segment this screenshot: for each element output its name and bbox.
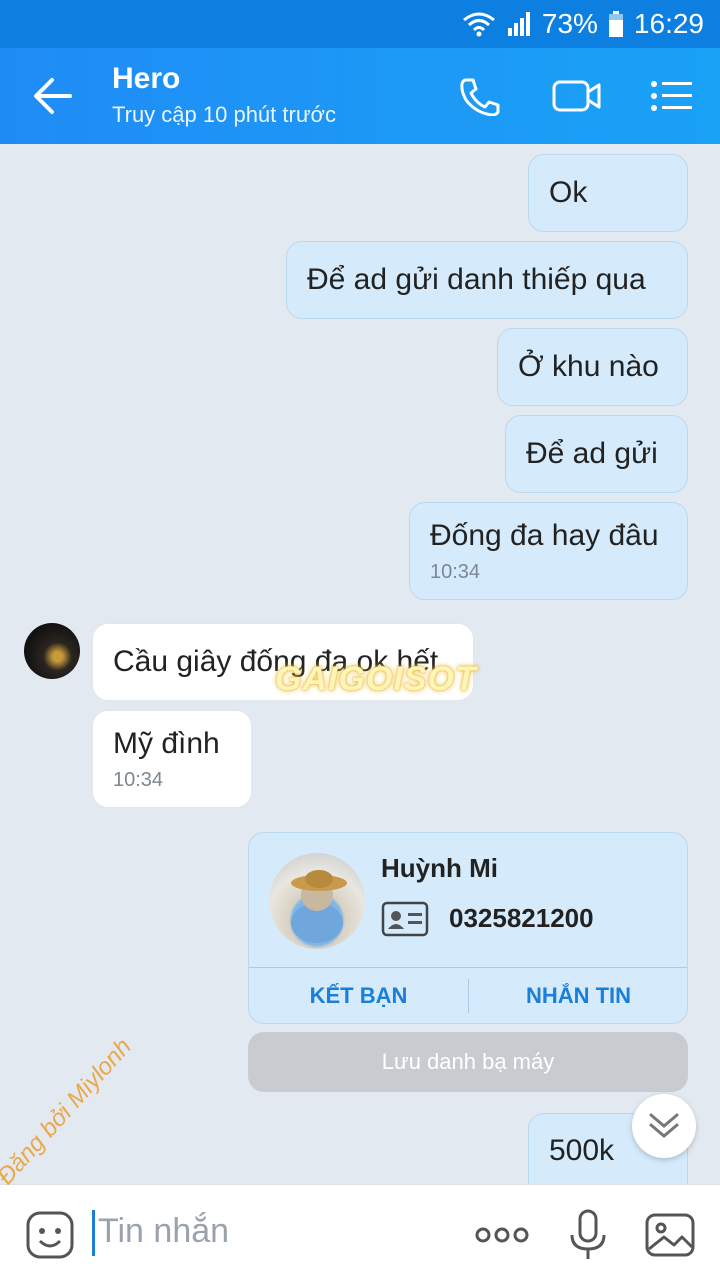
battery-percent: 73% — [541, 8, 598, 39]
message-timestamp: 10:34 — [113, 768, 164, 791]
sticker-emoji-icon[interactable] — [24, 1209, 76, 1261]
message-text: Để ad gửi — [526, 437, 658, 470]
scroll-to-bottom-button[interactable] — [632, 1094, 696, 1158]
message-bubble-outgoing[interactable]: Để ad gửi danh thiếp qua — [286, 241, 688, 319]
message-timestamp: 10:34 — [430, 560, 481, 583]
message-text: Mỹ đình — [113, 726, 220, 760]
signature-watermark: Đăng bởi Miylonh — [0, 1033, 137, 1191]
microphone-icon[interactable] — [562, 1209, 614, 1261]
cat-photo — [291, 870, 347, 943]
message-input[interactable]: Tin nhắn — [98, 1212, 229, 1251]
id-card-icon — [381, 901, 429, 937]
more-options-icon[interactable] — [474, 1209, 530, 1261]
contact-card-avatar — [269, 853, 365, 949]
chevron-double-down-icon — [649, 1113, 679, 1138]
text-caret — [92, 1210, 95, 1256]
message-text: Đống đa hay đâu — [430, 518, 659, 552]
back-arrow-icon[interactable] — [30, 74, 78, 118]
wifi-icon — [462, 12, 495, 37]
message-bubble-outgoing[interactable]: Ok — [528, 154, 688, 232]
message-bubble-outgoing[interactable]: Ở khu nào — [497, 328, 688, 406]
chat-header: Hero Truy cập 10 phút trước — [0, 48, 720, 144]
battery-icon — [608, 11, 623, 37]
add-friend-button[interactable]: KẾT BẠN — [249, 967, 468, 1025]
contact-card-name: Huỳnh Mi — [381, 853, 498, 883]
message-bubble-incoming[interactable]: Mỹ đình 10:34 — [92, 710, 252, 808]
sender-avatar[interactable] — [24, 623, 80, 679]
signal-icon — [507, 12, 530, 36]
message-text: Ok — [549, 176, 588, 209]
video-call-icon[interactable] — [552, 76, 602, 116]
message-text: Ở khu nào — [518, 350, 659, 383]
image-gallery-icon[interactable] — [644, 1209, 696, 1261]
contact-name[interactable]: Hero — [112, 62, 180, 96]
message-bubble-outgoing[interactable]: Để ad gửi — [505, 415, 688, 493]
contact-card-phone[interactable]: 0325821200 — [449, 903, 594, 934]
watermark-text: GAIGOISOT — [275, 660, 477, 698]
send-message-button[interactable]: NHẮN TIN — [469, 967, 688, 1025]
status-bar: 73% 16:29 — [0, 0, 720, 48]
message-bubble-outgoing[interactable]: Đống đa hay đâu 10:34 — [409, 502, 688, 600]
contact-card[interactable]: Huỳnh Mi 0325821200 KẾT BẠN NHẮN TIN — [248, 832, 688, 1024]
save-contact-button[interactable]: Lưu danh bạ máy — [248, 1032, 688, 1092]
clock: 16:29 — [633, 8, 704, 39]
last-seen-status: Truy cập 10 phút trước — [112, 102, 336, 127]
message-text: Để ad gửi danh thiếp qua — [307, 263, 646, 296]
menu-list-icon[interactable] — [650, 76, 694, 116]
phone-icon[interactable] — [458, 76, 502, 116]
